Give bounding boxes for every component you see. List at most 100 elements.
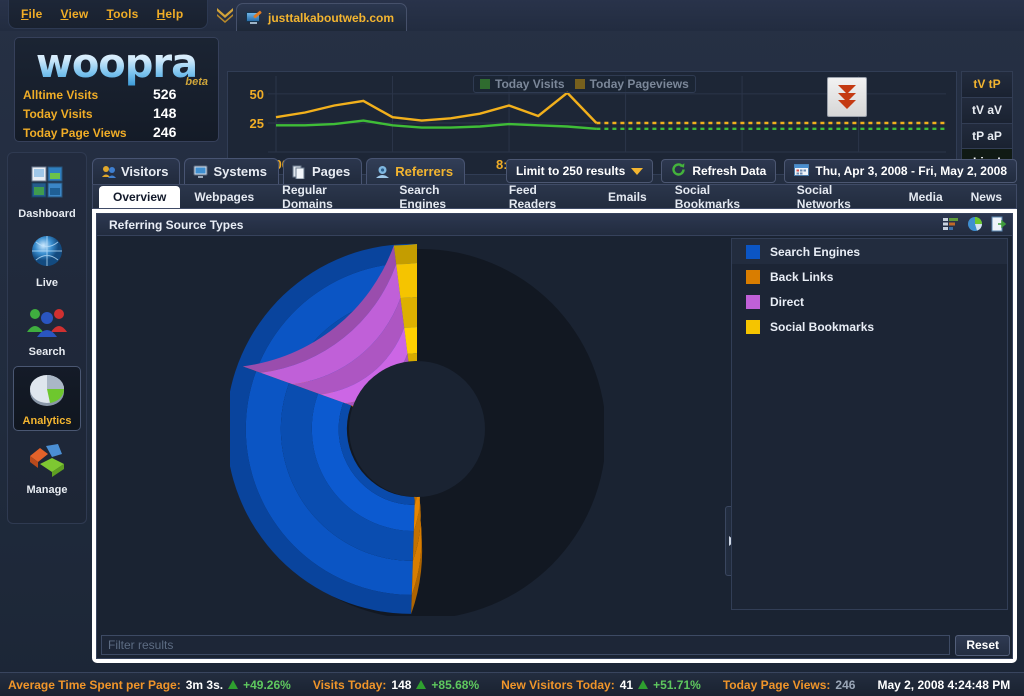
menu-item-file[interactable]: File [21,7,42,21]
stat-value: 246 [153,124,176,140]
main-tabs: Visitors Systems Pages Referrers [92,158,465,184]
status-label: Average Time Spent per Page: [8,678,181,692]
stat-label: Today Page Views [23,126,153,140]
browser-tab-label: justtalkaboutweb.com [268,11,394,25]
stat-row: Today Visits 148 [23,105,218,124]
subtab-feed-readers[interactable]: Feed Readers [495,186,594,208]
donut-chart[interactable] [230,242,604,616]
limit-results-label: Limit to 250 results [516,164,625,178]
subtab-social-bookmarks[interactable]: Social Bookmarks [661,186,783,208]
chart-legend-panel: Search Engines Back Links Direct Social … [731,238,1008,610]
filter-bar: Reset [97,632,1013,658]
legend-swatch [746,320,760,334]
subtab-emails[interactable]: Emails [594,186,661,208]
tab-pages[interactable]: Pages [283,158,362,184]
subtab-regular-domains[interactable]: Regular Domains [268,186,385,208]
referrers-icon [375,165,390,179]
chart-mode-tv-av[interactable]: tV aV [961,97,1013,123]
subtab-search-engines[interactable]: Search Engines [385,186,494,208]
caret-down-icon [631,168,643,175]
toolbar: Limit to 250 results Refresh Data Thu, A… [506,159,1017,183]
brand-stats: Alltime Visits 526 Today Visits 148 Toda… [15,84,218,143]
sidebar-item-manage[interactable]: Manage [13,435,81,500]
sidebar-item-label: Dashboard [18,208,75,220]
sidebar-item-search[interactable]: Search [13,297,81,362]
status-today-page-views: Today Page Views: 246 [723,678,856,692]
main-area: Visitors Systems Pages Referrers Limit t… [92,158,1017,663]
header: woopra beta Alltime Visits 526 Today Vis… [0,31,1024,146]
refresh-data-button[interactable]: Refresh Data [661,159,776,183]
legend-row-social-bookmarks[interactable]: Social Bookmarks [732,314,1007,339]
legend-label: Social Bookmarks [770,320,874,334]
menu-bar: File View Tools Help justtalkaboutweb.co… [0,0,1024,31]
legend-swatch [480,79,490,89]
tab-visitors[interactable]: Visitors [92,158,180,184]
beta-label: beta [185,76,208,88]
subtab-webpages[interactable]: Webpages [180,186,268,208]
chart-mode-tv-tp[interactable]: tV tP [961,71,1013,97]
legend-row-direct[interactable]: Direct [732,289,1007,314]
legend-label: Direct [770,295,804,309]
menu-item-tools[interactable]: Tools [106,7,138,21]
site-screen-icon [246,11,262,25]
panel-header: Referring Source Types [97,214,1013,236]
stat-label: Alltime Visits [23,88,153,102]
status-visits-today: Visits Today: 148 +85.68% [313,678,479,692]
legend-label: Today Visits [495,77,565,91]
chevron-double-down-icon[interactable] [212,2,238,26]
logo: woopra beta [15,38,218,84]
pie-chart-icon[interactable] [966,216,984,234]
status-bar: Average Time Spent per Page: 3m 3s. +49.… [0,672,1024,696]
chart-mode-tp-ap[interactable]: tP aP [961,123,1013,149]
status-value: 148 [391,678,411,692]
legend-row-back-links[interactable]: Back Links [732,264,1007,289]
status-label: Visits Today: [313,678,387,692]
dashboard-icon [24,164,70,206]
tab-label: Pages [312,164,350,179]
sidebar-item-analytics[interactable]: Analytics [13,366,81,431]
tab-referrers[interactable]: Referrers [366,158,465,184]
stat-value: 526 [153,86,176,102]
subtab-social-networks[interactable]: Social Networks [783,186,895,208]
browser-tab-site[interactable]: justtalkaboutweb.com [236,3,407,31]
bar-chart-icon[interactable] [942,216,960,234]
download-arrows-icon[interactable] [827,77,867,117]
trend-up-icon [416,680,426,689]
subtab-overview[interactable]: Overview [99,186,180,208]
globe-icon [24,233,70,275]
tab-label: Referrers [395,164,453,179]
legend-label: Back Links [770,270,833,284]
pages-icon [292,165,307,179]
legend-label: Search Engines [770,245,860,259]
legend-row-search-engines[interactable]: Search Engines [732,239,1007,264]
status-label: New Visitors Today: [501,678,615,692]
subtab-media[interactable]: Media [895,186,957,208]
export-icon[interactable] [990,216,1008,234]
subtab-news[interactable]: News [957,186,1016,208]
sidebar-item-live[interactable]: Live [13,228,81,293]
legend-swatch [746,245,760,259]
status-label: Today Page Views: [723,678,831,692]
limit-results-dropdown[interactable]: Limit to 250 results [506,159,653,183]
menu-items: File View Tools Help [9,0,207,28]
tab-systems[interactable]: Systems [184,158,278,184]
sidebar-item-dashboard[interactable]: Dashboard [13,159,81,224]
pie-chart-icon [24,371,70,413]
donut-chart-area [97,236,733,634]
date-range-label: Thu, Apr 3, 2008 - Fri, May 2, 2008 [815,164,1007,178]
status-avg-time: Average Time Spent per Page: 3m 3s. +49.… [8,678,291,692]
blocks-icon [24,440,70,482]
svg-text:50: 50 [250,87,264,102]
status-value: 246 [835,678,855,692]
status-percent: +49.26% [243,678,291,692]
filter-input[interactable] [101,635,950,655]
stat-row: Alltime Visits 526 [23,86,218,105]
reset-button[interactable]: Reset [955,635,1010,656]
stat-label: Today Visits [23,107,153,121]
sidebar-item-label: Manage [27,484,68,496]
menu-item-view[interactable]: View [60,7,88,21]
status-value: 3m 3s. [186,678,223,692]
date-range-picker[interactable]: Thu, Apr 3, 2008 - Fri, May 2, 2008 [784,159,1017,183]
sub-tabs: Overview Webpages Regular Domains Search… [92,184,1017,209]
menu-item-help[interactable]: Help [157,7,184,21]
